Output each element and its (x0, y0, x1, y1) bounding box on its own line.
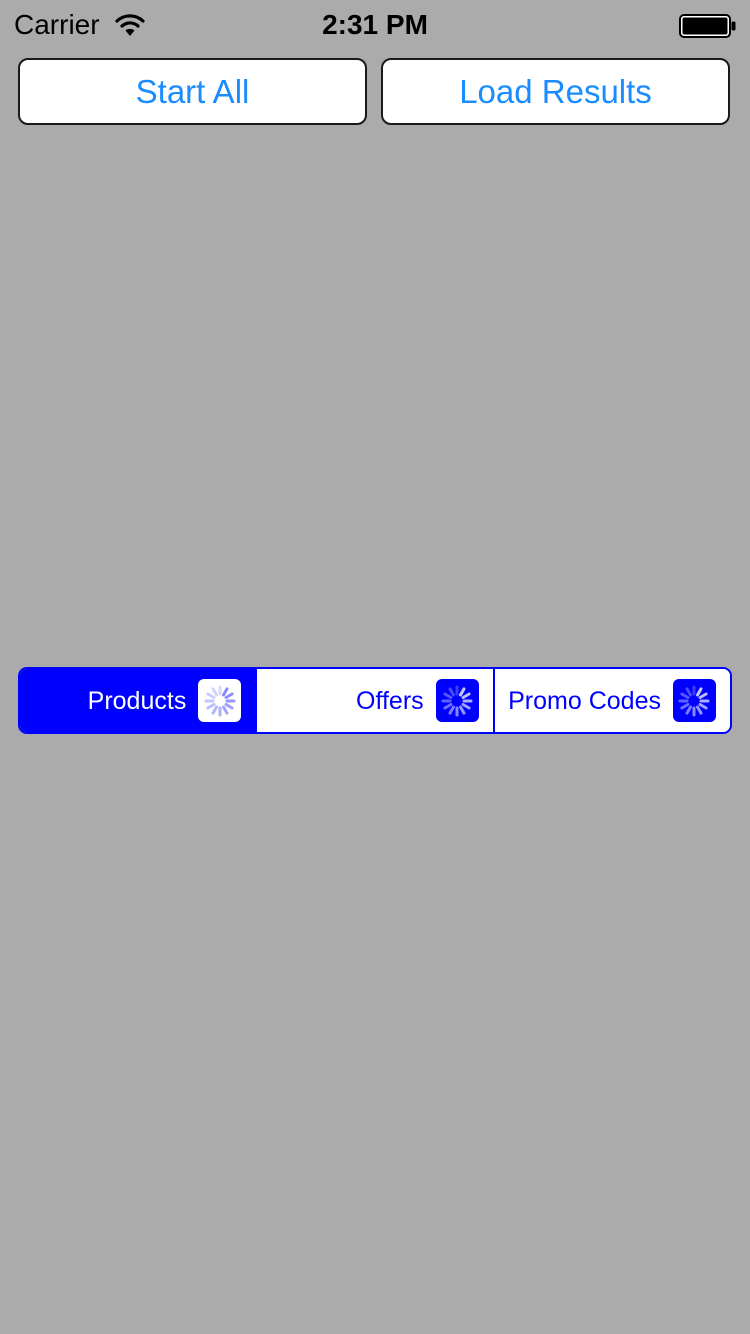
start-all-button[interactable]: Start All (18, 58, 367, 125)
segment-label: Offers (356, 686, 424, 715)
segment-promo-codes[interactable]: Promo Codes (492, 669, 730, 732)
segment-products[interactable]: Products (20, 669, 256, 732)
load-results-button[interactable]: Load Results (381, 58, 730, 125)
segmented-control: Products Offers Promo Codes (18, 667, 732, 734)
status-bar: Carrier 2:31 PM (0, 0, 750, 50)
segment-offers[interactable]: Offers (255, 669, 493, 732)
segment-label: Products (87, 686, 187, 715)
battery-icon (679, 14, 737, 38)
spinner-icon (198, 679, 242, 722)
spinner-icon (435, 679, 479, 722)
segment-label: Promo Codes (508, 686, 661, 715)
status-time: 2:31 PM (322, 9, 428, 40)
spinner-icon (672, 679, 716, 722)
